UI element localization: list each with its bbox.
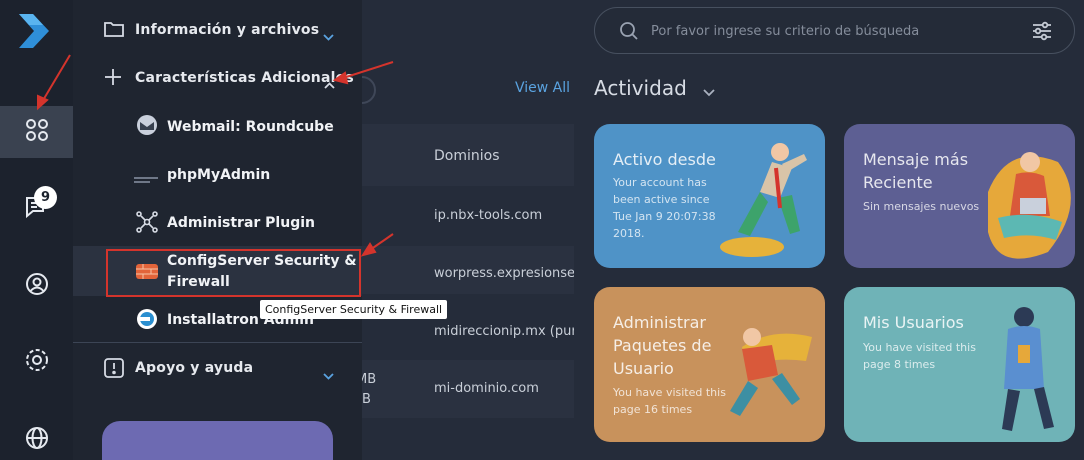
domain-cell[interactable]: mi-dominio.com [434, 381, 574, 396]
card-title-line: Paquetes de [613, 336, 712, 355]
domain-cell[interactable]: ip.nbx-tools.com [434, 208, 574, 223]
filter-sliders-icon[interactable] [1031, 20, 1053, 46]
submenu-label: phpMyAdmin [167, 167, 271, 183]
user-circle-icon [25, 272, 49, 300]
card-subtitle-line: page 16 times [613, 403, 693, 416]
submenu-label: Webmail: Roundcube [167, 119, 334, 135]
chevron-up-icon [324, 74, 335, 93]
chevron-down-icon [323, 26, 334, 45]
card-subtitle-line: You have visited this [863, 341, 976, 354]
menu-label: Apoyo y ayuda [135, 360, 254, 376]
illustration-phone-person [1002, 307, 1054, 431]
chevron-down-icon [703, 78, 715, 102]
active-since-card[interactable]: Activo desde Your account has been activ… [594, 124, 825, 268]
activity-heading[interactable]: Actividad [594, 76, 715, 102]
card-title: Mis Usuarios [863, 313, 964, 332]
menu-support[interactable]: Apoyo y ayuda [73, 356, 362, 382]
grid-icon [25, 118, 49, 146]
domain-cell[interactable]: midireccionip.mx (pur [434, 324, 574, 339]
annotation-highlight-box [106, 249, 361, 297]
sidebar-menu: Información y archivos Características A… [73, 0, 362, 460]
manage-packages-card[interactable]: Administrar Paquetes de Usuario You have… [594, 287, 825, 442]
app-logo-icon[interactable] [17, 12, 51, 54]
domain-cell[interactable]: worpress.expresionser [434, 266, 574, 281]
search-bar [594, 7, 1075, 54]
installatron-icon [136, 308, 158, 334]
search-input[interactable] [651, 20, 1011, 42]
promo-card[interactable] [102, 421, 333, 460]
card-subtitle: Sin mensajes nuevos [863, 200, 980, 213]
folder-icon [104, 20, 124, 42]
apps-grid-button[interactable] [0, 106, 73, 158]
card-subtitle-line: page 8 times [863, 358, 936, 371]
card-title-line: Reciente [863, 173, 933, 192]
menu-divider [73, 342, 362, 343]
notification-badge: 9 [34, 186, 57, 209]
size-cell: B [362, 392, 371, 407]
menu-label: Características Adicionales [135, 70, 354, 86]
card-subtitle-line: You have visited this [613, 386, 726, 399]
card-title: Activo desde [613, 150, 716, 169]
exclamation-box-icon [104, 358, 124, 382]
search-icon [619, 21, 639, 45]
illustration-runner [730, 328, 812, 416]
menu-info-files[interactable]: Información y archivos [73, 18, 362, 44]
network-nodes-icon [136, 211, 158, 237]
submenu-item-webmail[interactable]: Webmail: Roundcube [73, 114, 362, 140]
domains-column-header: Dominios [434, 148, 500, 164]
menu-additional-features[interactable]: Características Adicionales [73, 66, 362, 92]
language-button[interactable] [0, 414, 73, 460]
my-users-card[interactable]: Mis Usuarios You have visited this page … [844, 287, 1075, 442]
activity-title-text: Actividad [594, 76, 687, 100]
gear-icon [24, 347, 50, 377]
card-title-line: Mensaje más [863, 150, 969, 169]
menu-label: Información y archivos [135, 22, 320, 38]
card-title-line: Administrar [613, 313, 707, 332]
settings-button[interactable] [0, 336, 73, 388]
icon-rail: 9 [0, 0, 73, 460]
plus-icon [104, 68, 122, 90]
globe-icon [25, 426, 49, 454]
submenu-item-plugin[interactable]: Administrar Plugin [73, 210, 362, 236]
submenu-label: Administrar Plugin [167, 215, 315, 231]
chevron-down-icon [323, 365, 334, 384]
phpmyadmin-icon [134, 170, 158, 189]
recent-message-card[interactable]: Mensaje más Reciente Sin mensajes nuevos [844, 124, 1075, 268]
tooltip: ConfigServer Security & Firewall [260, 300, 448, 319]
card-subtitle: Your account has been active since Tue J… [613, 176, 716, 240]
illustration-laptop-person [988, 152, 1071, 259]
view-all-link[interactable]: View All [515, 80, 570, 96]
account-button[interactable] [0, 260, 73, 312]
card-title-line: Usuario [613, 359, 674, 378]
submenu-item-phpmyadmin[interactable]: phpMyAdmin [73, 162, 362, 188]
roundcube-icon [136, 114, 158, 140]
